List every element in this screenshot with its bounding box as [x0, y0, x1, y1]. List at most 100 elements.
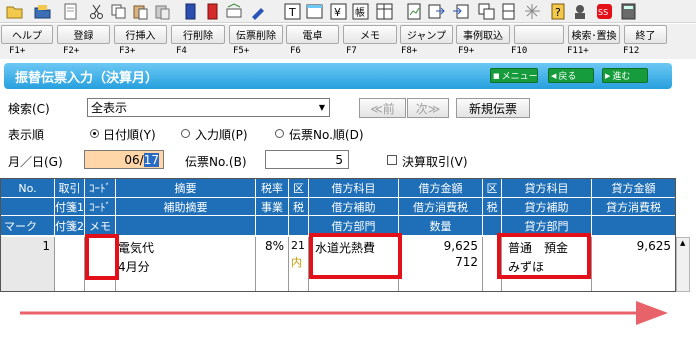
header-memo: メモ: [85, 216, 116, 236]
next-button[interactable]: ▶ 進む: [602, 68, 648, 83]
order-input-radio[interactable]: [181, 129, 190, 138]
export-icon[interactable]: [428, 3, 445, 20]
sparkle-icon[interactable]: [524, 3, 541, 20]
highlight-box-debit: [309, 233, 402, 279]
fkey-label-f7: F7: [346, 46, 357, 56]
pen-icon[interactable]: [250, 3, 267, 20]
header-quantity: 数量: [399, 216, 483, 236]
slip-no-value: 5: [335, 152, 343, 167]
menu-button[interactable]: ■ メニュー: [490, 68, 538, 83]
back-arrow-icon: ◀: [551, 71, 557, 80]
order-slipno-label: 伝票No.順(D): [289, 128, 364, 142]
ss-icon[interactable]: SS: [596, 3, 613, 20]
header-code2: ｺｰﾄﾞ: [85, 198, 116, 216]
search-replace-button[interactable]: 検索･置換: [568, 25, 620, 44]
paste-special-icon[interactable]: [154, 3, 171, 20]
insert-row-button[interactable]: 行挿入: [114, 25, 167, 44]
row-torihiki[interactable]: [55, 237, 85, 291]
icon-toolbar: T ¥ 帳 ? SS: [0, 0, 696, 23]
windows-icon[interactable]: [478, 3, 495, 20]
row-debit-amount[interactable]: 9,625 712: [399, 237, 483, 291]
row-credit-amount[interactable]: 9,625: [592, 237, 675, 291]
next-label: 進む: [612, 72, 631, 82]
paste-icon[interactable]: [132, 3, 149, 20]
highlight-box-credit: [497, 233, 591, 279]
f10-button[interactable]: [514, 25, 564, 44]
header-sub-summary: 補助摘要: [116, 198, 256, 216]
jump-button[interactable]: ジャンプ: [400, 25, 453, 44]
next-slip-button[interactable]: 次≫: [407, 98, 449, 118]
help-icon[interactable]: ?: [550, 3, 567, 20]
slip-no-input[interactable]: 5: [265, 150, 349, 169]
header-fusen2: 付箋2: [55, 216, 85, 236]
open-folder-icon[interactable]: [6, 3, 23, 20]
header-blank-end: [592, 216, 675, 236]
header-kbn-debit: 区: [289, 179, 309, 198]
mail-icon[interactable]: [226, 3, 243, 20]
import-icon[interactable]: [452, 3, 469, 20]
search-select[interactable]: 全表示 ▼: [87, 98, 330, 117]
grid-scrollbar[interactable]: ▲: [676, 237, 690, 292]
fkey-label-f10: F10: [511, 46, 528, 56]
import-example-button[interactable]: 事例取込: [456, 25, 510, 44]
new-slip-button[interactable]: 新規伝票: [456, 98, 530, 118]
blue-book-icon[interactable]: [182, 3, 199, 20]
help-button[interactable]: ヘルプ: [1, 25, 53, 44]
red-book-icon[interactable]: [204, 3, 221, 20]
cut-icon[interactable]: [88, 3, 105, 20]
fkey-label-f1: F1+: [9, 46, 26, 56]
header-torihiki: 取引: [55, 179, 85, 198]
function-key-bar: ヘルプ 登録 行挿入 行削除 伝票削除 電卓 メモ ジャンプ 事例取込 検索･置…: [0, 24, 696, 59]
split-window-icon[interactable]: [500, 3, 517, 20]
user-icon[interactable]: [572, 3, 589, 20]
calculator-button[interactable]: 電卓: [286, 25, 339, 44]
summary-line2: 4月分: [118, 260, 150, 274]
right-arrow-icon: [20, 301, 668, 325]
ledger-icon[interactable]: 帳: [352, 3, 369, 20]
header-no: No.: [1, 179, 55, 198]
memo-button[interactable]: メモ: [343, 25, 397, 44]
folder-save-icon[interactable]: [34, 3, 51, 20]
delete-row-button[interactable]: 行削除: [171, 25, 225, 44]
table-icon[interactable]: [376, 3, 393, 20]
fkey-label-f12: F12: [623, 46, 640, 56]
order-slipno-radio[interactable]: [275, 129, 284, 138]
closing-checkbox[interactable]: [387, 155, 397, 165]
order-date-radio[interactable]: [90, 129, 99, 138]
row-tax-rate[interactable]: 8%: [256, 237, 289, 291]
kbn-sub: 内: [291, 256, 302, 269]
document-icon[interactable]: [62, 3, 79, 20]
yen-icon[interactable]: ¥: [330, 3, 347, 20]
header-debit-account: 借方科目: [309, 179, 399, 198]
dropdown-arrow-icon: ▼: [318, 103, 325, 112]
row-no[interactable]: 1: [1, 237, 55, 291]
fkey-label-f2: F2+: [63, 46, 80, 56]
header-kbn-credit: 区: [483, 179, 502, 198]
highlight-box-code: [85, 234, 119, 280]
report-icon[interactable]: [406, 3, 423, 20]
row-summary[interactable]: 電気代 4月分: [116, 237, 256, 291]
calculator-icon[interactable]: [620, 3, 637, 20]
svg-text:¥: ¥: [334, 6, 341, 19]
date-input[interactable]: 06/17: [84, 150, 164, 169]
header-business: 事業: [256, 198, 289, 216]
screen-title: 振替伝票入力（決算月）: [15, 71, 159, 86]
window-icon[interactable]: [306, 3, 323, 20]
exit-button[interactable]: 終了: [624, 25, 667, 44]
fkey-label-f9: F9+: [458, 46, 475, 56]
header-credit-amount: 貸方金額: [592, 179, 675, 198]
fkey-label-f5: F5+: [233, 46, 250, 56]
fkey-label-f3: F3+: [119, 46, 136, 56]
register-button[interactable]: 登録: [57, 25, 110, 44]
scroll-up-arrow-icon[interactable]: ▲: [680, 239, 685, 247]
copy-icon[interactable]: [110, 3, 127, 20]
fkey-label-f4: F4: [176, 46, 187, 56]
prev-button[interactable]: ≪前: [359, 98, 406, 118]
back-button[interactable]: ◀ 戻る: [548, 68, 594, 83]
header-tax-rate: 税率: [256, 179, 289, 198]
fkey-label-f6: F6: [290, 46, 301, 56]
row-kbn[interactable]: 21 内: [289, 237, 309, 291]
text-t-icon[interactable]: T: [284, 3, 301, 20]
delete-slip-button[interactable]: 伝票削除: [229, 25, 283, 44]
order-label: 表示順: [8, 128, 45, 142]
